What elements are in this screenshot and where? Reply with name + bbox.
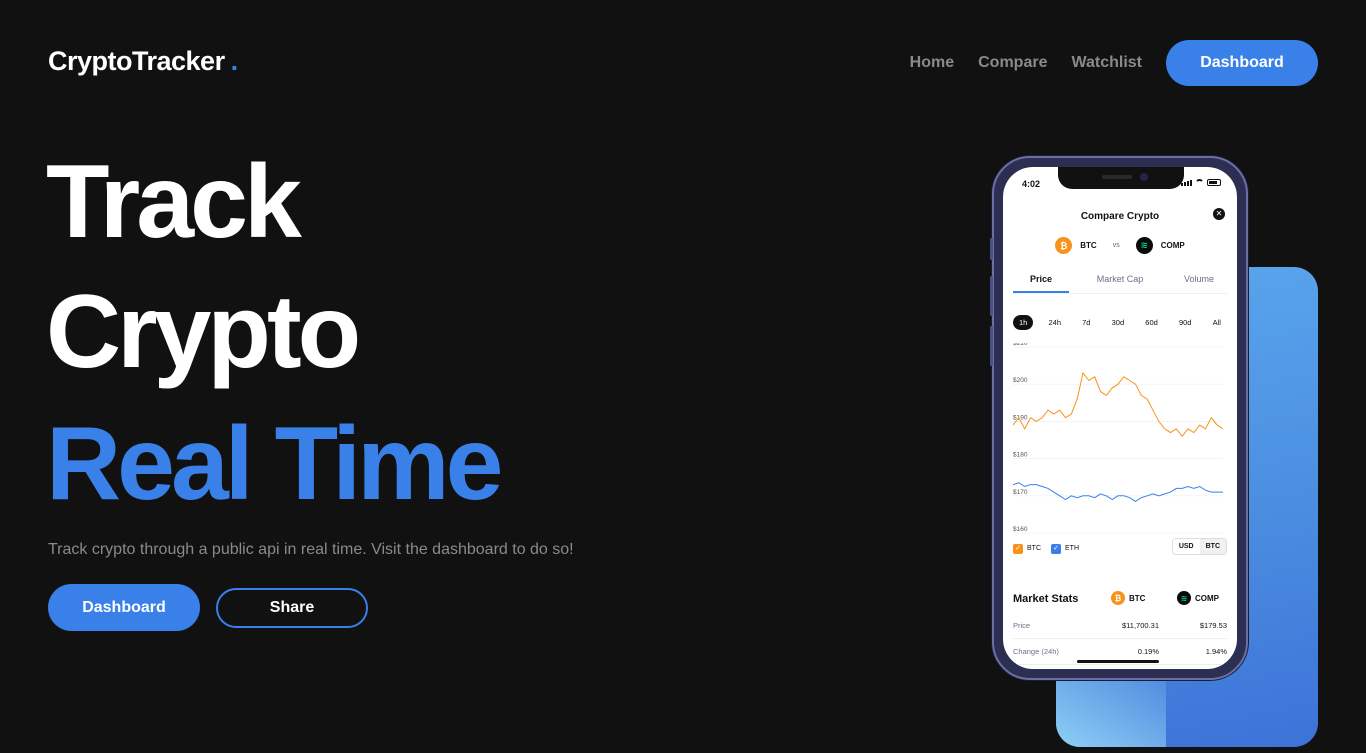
compare-title: Compare Crypto (1080, 211, 1160, 222)
series-line-btc (1013, 371, 1223, 438)
currency-toggle: USD BTC (1171, 538, 1227, 555)
checkbox-icon: ✓ (1051, 544, 1061, 554)
time-range-selector: 1h 24h 7d 30d 60d 90d All (1013, 315, 1227, 330)
hero-title-line-2: Crypto (46, 274, 361, 390)
logo[interactable]: CryptoTracker. (48, 46, 238, 77)
coin-b-label[interactable]: COMP (1161, 241, 1185, 250)
y-tick-label: $180 (1013, 452, 1028, 459)
checkbox-icon: ✓ (1013, 544, 1023, 554)
status-icons (1181, 179, 1221, 186)
tab-volume[interactable]: Volume (1171, 274, 1227, 293)
hero-dashboard-button[interactable]: Dashboard (48, 584, 200, 631)
nav-compare-link[interactable]: Compare (978, 54, 1047, 72)
range-30d[interactable]: 30d (1106, 315, 1131, 330)
price-chart: $210 $200 $190 $180 $170 $160 (1013, 343, 1223, 543)
logo-text: CryptoTracker (48, 46, 225, 76)
status-time: 4:02 (1022, 179, 1041, 189)
phone-screen: 4:02 Compare Crypto ✕ ₿ BTC vs ≋ COMP Pr… (1003, 167, 1237, 669)
stat-value-a: $11,700.31 (1122, 621, 1159, 630)
series-line-eth (1013, 482, 1223, 502)
market-stats-col-b-label: COMP (1195, 593, 1219, 603)
range-90d[interactable]: 90d (1173, 315, 1198, 330)
hero-title-line-3: Real Time (46, 406, 503, 522)
metric-tabs: Price Market Cap Volume (1013, 274, 1227, 294)
range-7d[interactable]: 7d (1076, 315, 1096, 330)
stat-label: Change (24h) (1013, 647, 1059, 656)
legend-eth[interactable]: ✓ ETH (1051, 544, 1079, 554)
y-tick-label: $160 (1013, 526, 1028, 533)
coin-a-label[interactable]: BTC (1080, 241, 1096, 250)
legend-btc-label: BTC (1027, 545, 1041, 552)
top-nav: Home Compare Watchlist Dashboard (910, 40, 1318, 86)
coin-pair: ₿ BTC vs ≋ COMP (1003, 237, 1237, 254)
nav-dashboard-button[interactable]: Dashboard (1166, 40, 1318, 86)
phone-mockup: 4:02 Compare Crypto ✕ ₿ BTC vs ≋ COMP Pr… (990, 156, 1248, 680)
vs-label: vs (1112, 242, 1120, 249)
nav-home-link[interactable]: Home (910, 54, 954, 72)
range-all[interactable]: All (1207, 315, 1227, 330)
market-stats-col-a-label: BTC (1129, 593, 1146, 603)
currency-btc[interactable]: BTC (1199, 539, 1226, 554)
legend-eth-label: ETH (1065, 545, 1079, 552)
y-tick-label: $170 (1013, 489, 1028, 496)
phone-side-button (990, 238, 993, 260)
battery-icon (1207, 179, 1221, 186)
compound-icon: ≋ (1135, 237, 1153, 254)
market-stats-col-b: ≋ COMP (1177, 591, 1219, 605)
hero-title-line-1: Track (46, 144, 302, 260)
wifi-icon (1195, 179, 1204, 186)
chart-legend: ✓ BTC ✓ ETH (1013, 544, 1079, 554)
market-stats-row: Price $11,700.31 $179.53 (1013, 621, 1227, 639)
market-stats-col-a: ₿ BTC (1111, 591, 1145, 605)
stat-label: Price (1013, 621, 1031, 630)
close-icon[interactable]: ✕ (1213, 208, 1225, 220)
market-stats-title: Market Stats (1013, 593, 1079, 605)
bitcoin-icon: ₿ (1111, 591, 1125, 605)
tab-market-cap[interactable]: Market Cap (1092, 274, 1148, 293)
hero-subtitle: Track crypto through a public api in rea… (48, 541, 574, 558)
range-1h[interactable]: 1h (1013, 315, 1034, 330)
stat-value-b: 1.94% (1205, 647, 1227, 656)
bitcoin-icon: ₿ (1055, 237, 1073, 254)
price-chart-svg: $210$200$190$180$170$160 (1013, 343, 1223, 534)
phone-side-button (990, 326, 993, 366)
stat-value-a: 0.19% (1137, 647, 1159, 656)
legend-btc[interactable]: ✓ BTC (1013, 544, 1041, 554)
logo-dot: . (230, 46, 239, 76)
nav-watchlist-link[interactable]: Watchlist (1071, 54, 1142, 72)
tab-price[interactable]: Price (1013, 274, 1069, 293)
phone-notch (1058, 167, 1184, 189)
home-indicator (1077, 660, 1159, 663)
range-60d[interactable]: 60d (1139, 315, 1164, 330)
signal-icon (1181, 179, 1192, 186)
range-24h[interactable]: 24h (1042, 315, 1067, 330)
phone-side-button (990, 276, 993, 316)
y-tick-label: $200 (1013, 377, 1028, 384)
y-tick-label: $210 (1013, 343, 1028, 347)
hero-share-button[interactable]: Share (216, 588, 368, 628)
currency-usd[interactable]: USD (1172, 539, 1200, 554)
compound-icon: ≋ (1177, 591, 1191, 605)
stat-value-b: $179.53 (1199, 621, 1227, 630)
